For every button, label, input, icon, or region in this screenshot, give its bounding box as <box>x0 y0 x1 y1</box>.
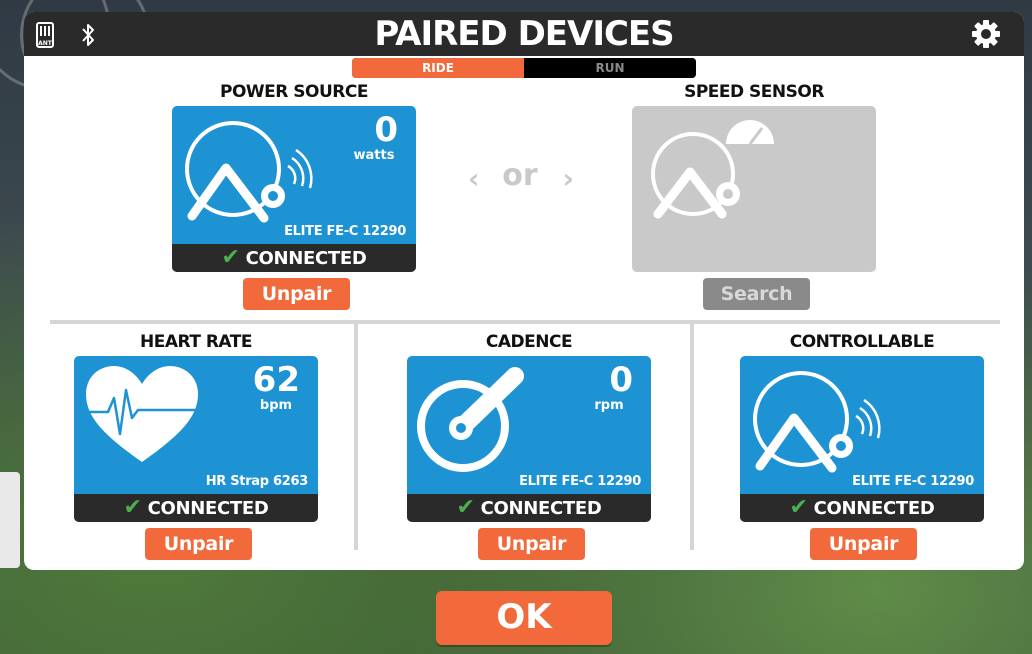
page-title: PAIRED DEVICES <box>374 14 674 54</box>
checkmark-icon: ✔ <box>123 495 142 520</box>
controllable-device-name: ELITE FE-C 12290 <box>852 474 974 489</box>
chevron-right-icon[interactable]: › <box>562 162 574 195</box>
cadence-card[interactable]: 0 rpm ELITE FE-C 12290 ✔ CONNECTED <box>407 356 651 522</box>
column-divider <box>690 324 694 550</box>
cadence-device-name: ELITE FE-C 12290 <box>519 474 641 489</box>
heart-rate-card[interactable]: 62 bpm HR Strap 6263 ✔ CONNECTED <box>74 356 318 522</box>
power-unit: watts <box>353 148 395 163</box>
status-label: CONNECTED <box>245 247 367 269</box>
gear-icon[interactable] <box>970 18 1002 50</box>
controllable-title: CONTROLLABLE <box>789 332 935 352</box>
cadence-title: CADENCE <box>485 332 573 352</box>
sport-tabs: RIDE RUN <box>352 58 696 78</box>
column-divider <box>354 324 358 550</box>
status-label: CONNECTED <box>147 497 269 519</box>
speed-sensor-title: SPEED SENSOR <box>684 82 824 102</box>
tab-ride[interactable]: RIDE <box>352 58 524 78</box>
power-value: 0 <box>374 110 398 150</box>
heart-rate-value: 62 <box>252 360 300 400</box>
cadence-value: 0 <box>609 360 633 400</box>
heart-icon <box>86 366 198 462</box>
speed-sensor-card[interactable] <box>632 106 876 272</box>
unpair-cadence-button[interactable]: Unpair <box>478 528 585 560</box>
unpair-power-button[interactable]: Unpair <box>243 278 350 310</box>
chevron-left-icon[interactable]: ‹ <box>468 162 480 195</box>
checkmark-icon: ✔ <box>456 495 475 520</box>
status-connected: ✔ CONNECTED <box>172 244 416 272</box>
paired-devices-panel: ANT PAIRED DEVICES RIDE RUN POWER SOURCE… <box>24 12 1024 570</box>
unpair-heart-rate-button[interactable]: Unpair <box>145 528 252 560</box>
tab-run[interactable]: RUN <box>524 58 696 78</box>
smart-trainer-icon <box>753 371 881 473</box>
panel-header: ANT PAIRED DEVICES <box>24 12 1024 56</box>
cadence-unit: rpm <box>594 398 624 413</box>
status-connected: ✔ CONNECTED <box>407 494 651 522</box>
ok-button[interactable]: OK <box>436 591 612 645</box>
power-source-card[interactable]: 0 watts ELITE FE-C 12290 ✔ CONNECTED <box>172 106 416 272</box>
or-switch: ‹ or › <box>468 158 574 198</box>
crank-icon <box>417 367 524 472</box>
status-label: CONNECTED <box>813 497 935 519</box>
status-connected: ✔ CONNECTED <box>740 494 984 522</box>
status-connected: ✔ CONNECTED <box>74 494 318 522</box>
power-device-name: ELITE FE-C 12290 <box>284 224 406 239</box>
section-divider <box>50 320 1000 324</box>
heart-rate-unit: bpm <box>259 398 293 413</box>
status-label: CONNECTED <box>480 497 602 519</box>
power-source-title: POWER SOURCE <box>220 82 368 102</box>
side-card-edge[interactable] <box>0 472 20 568</box>
smart-trainer-icon <box>185 121 313 223</box>
heart-rate-title: HEART RATE <box>140 332 252 352</box>
unpair-controllable-button[interactable]: Unpair <box>810 528 917 560</box>
controllable-card[interactable]: ELITE FE-C 12290 ✔ CONNECTED <box>740 356 984 522</box>
speed-trainer-icon <box>651 120 774 219</box>
checkmark-icon: ✔ <box>789 495 808 520</box>
search-speed-sensor-button[interactable]: Search <box>703 278 810 310</box>
checkmark-icon: ✔ <box>221 245 240 270</box>
or-label: or <box>502 158 538 193</box>
heart-rate-device-name: HR Strap 6263 <box>205 474 309 489</box>
